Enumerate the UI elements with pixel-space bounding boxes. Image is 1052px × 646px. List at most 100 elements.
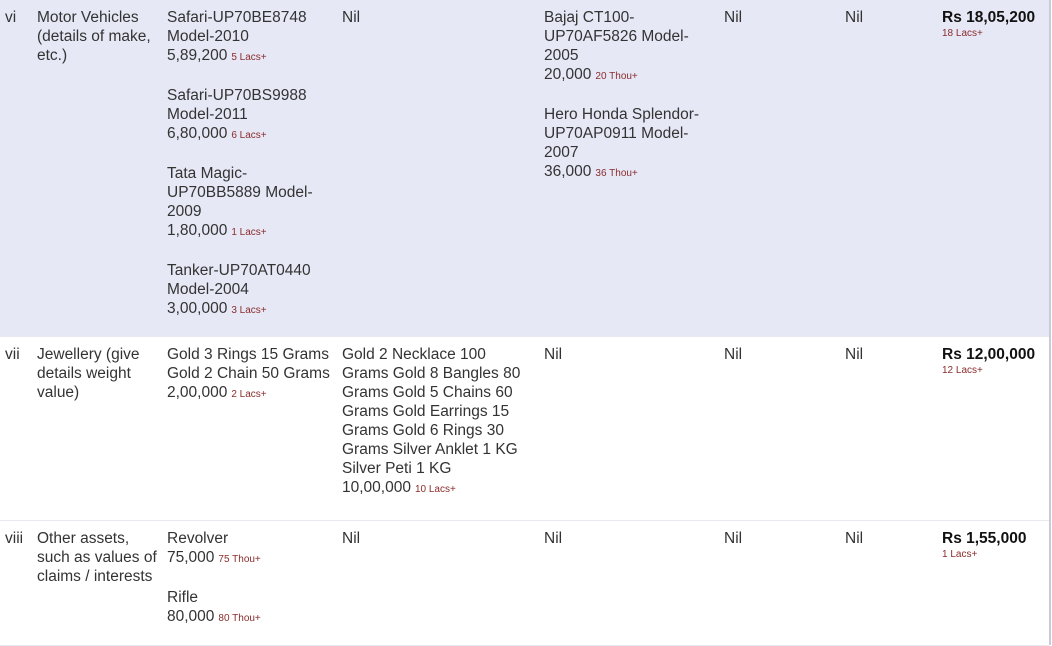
- asset-value-line: 6,80,000 6 Lacs+: [167, 124, 335, 145]
- asset-value-line: 2,00,000 2 Lacs+: [167, 383, 335, 404]
- asset-item: Tata Magic-UP70BB5889 Model-2009 1,80,000…: [167, 164, 335, 242]
- row-number: vi: [5, 9, 17, 26]
- asset-cell: Nil: [544, 345, 714, 364]
- total-approx: 12 Lacs+: [942, 365, 983, 376]
- asset-value-line: 36,000 36 Thou+: [544, 162, 714, 183]
- asset-value-line: 10,00,000 10 Lacs+: [342, 478, 524, 499]
- asset-value-approx: 10 Lacs+: [414, 484, 456, 495]
- table-row: vi Motor Vehicles (details of make, etc.)…: [0, 0, 1049, 337]
- asset-cell: Safari-UP70BE8748 Model-2010 5,89,200 5 La…: [167, 8, 335, 320]
- asset-description: Nil: [342, 9, 361, 26]
- asset-description: Nil: [724, 530, 743, 547]
- total-cell: Rs 1,55,000 1 Lacs+: [942, 529, 1047, 561]
- total-cell: Rs 12,00,000 12 Lacs+: [942, 345, 1047, 377]
- total-cell: Rs 18,05,200 18 Lacs+: [942, 8, 1047, 40]
- asset-value-approx: 5 Lacs+: [231, 52, 267, 63]
- asset-cell: Gold 2 Necklace 100 Grams Gold 8 Bangles…: [342, 345, 524, 499]
- asset-value: 5,89,200: [167, 47, 228, 64]
- asset-item: Nil: [544, 529, 714, 548]
- asset-value: 36,000: [544, 163, 592, 180]
- asset-item: Hero Honda Splendor-UP70AP0911 Model-200…: [544, 105, 714, 183]
- asset-description: Safari-UP70BE8748 Model-2010: [167, 9, 307, 45]
- asset-description: Nil: [724, 9, 743, 26]
- asset-value-approx: 80 Thou+: [218, 613, 261, 624]
- asset-description: Rifle: [167, 589, 199, 606]
- total-value: Rs 12,00,000: [942, 346, 1036, 363]
- asset-value-line: 1,80,000 1 Lacs+: [167, 221, 335, 242]
- asset-description: Bajaj CT100-UP70AF5826 Model-2005: [544, 9, 689, 64]
- asset-item: Nil: [724, 345, 834, 364]
- total-approx: 18 Lacs+: [942, 28, 983, 39]
- asset-value-approx: 2 Lacs+: [231, 389, 267, 400]
- asset-item: Nil: [342, 529, 524, 548]
- asset-value-line: 3,00,000 3 Lacs+: [167, 299, 335, 320]
- asset-description: Nil: [544, 346, 563, 363]
- asset-description: Gold 2 Necklace 100 Grams Gold 8 Bangles…: [342, 346, 521, 477]
- asset-item: Nil: [845, 345, 935, 364]
- row-number: vii: [5, 346, 20, 363]
- asset-cell: Nil: [342, 529, 524, 548]
- asset-item: Rifle 80,000 80 Thou+: [167, 588, 335, 628]
- asset-value-approx: 75 Thou+: [218, 554, 261, 565]
- asset-description: Nil: [845, 530, 864, 547]
- asset-value-approx: 20 Thou+: [595, 71, 638, 82]
- asset-item: Safari-UP70BS9988 Model-2011 6,80,000 6 La…: [167, 86, 335, 145]
- asset-cell: Nil: [724, 529, 834, 548]
- asset-item: Nil: [845, 529, 935, 548]
- asset-description: Safari-UP70BS9988 Model-2011: [167, 87, 307, 123]
- asset-type-label: Motor Vehicles (details of make, etc.): [37, 9, 151, 64]
- asset-cell: Nil: [845, 345, 935, 364]
- asset-cell: Bajaj CT100-UP70AF5826 Model-2005 20,000 2…: [544, 8, 714, 183]
- asset-item: Revolver 75,000 75 Thou+: [167, 529, 335, 569]
- asset-cell: Revolver 75,000 75 Thou+ Rifle 80,000 80 Thou…: [167, 529, 335, 628]
- asset-item: Gold 2 Necklace 100 Grams Gold 8 Bangles…: [342, 345, 524, 499]
- asset-type-label: Other assets, such as values of claims /…: [37, 530, 157, 585]
- asset-description: Tanker-UP70AT0440 Model-2004: [167, 262, 311, 298]
- right-border: [1049, 0, 1051, 645]
- asset-value-line: 80,000 80 Thou+: [167, 607, 335, 628]
- asset-value: 6,80,000: [167, 125, 228, 142]
- table-row: viii Other assets, such as values of clai…: [0, 521, 1049, 646]
- asset-cell: Nil: [845, 8, 935, 27]
- asset-item: Nil: [845, 8, 935, 27]
- total-value: Rs 1,55,000: [942, 530, 1027, 547]
- asset-description: Nil: [845, 9, 864, 26]
- asset-cell: Nil: [724, 345, 834, 364]
- asset-item: Nil: [342, 8, 524, 27]
- asset-description: Revolver: [167, 530, 229, 547]
- total-approx: 1 Lacs+: [942, 549, 978, 560]
- asset-value-approx: 36 Thou+: [595, 168, 638, 179]
- asset-value: 80,000: [167, 608, 215, 625]
- asset-value-approx: 1 Lacs+: [231, 227, 267, 238]
- asset-item: Gold 3 Rings 15 Grams Gold 2 Chain 50 Gr…: [167, 345, 335, 404]
- asset-cell: Nil: [724, 8, 834, 27]
- asset-item: Bajaj CT100-UP70AF5826 Model-2005 20,000 2…: [544, 8, 714, 86]
- asset-value: 10,00,000: [342, 479, 411, 496]
- asset-description: Nil: [845, 346, 864, 363]
- asset-description: Hero Honda Splendor-UP70AP0911 Model-200…: [544, 106, 700, 161]
- asset-value-line: 5,89,200 5 Lacs+: [167, 46, 335, 67]
- asset-cell: Gold 3 Rings 15 Grams Gold 2 Chain 50 Gr…: [167, 345, 335, 404]
- asset-cell: Nil: [544, 529, 714, 548]
- total-value: Rs 18,05,200: [942, 9, 1036, 26]
- asset-description: Nil: [544, 530, 563, 547]
- asset-value-approx: 3 Lacs+: [231, 305, 267, 316]
- asset-value: 3,00,000: [167, 300, 228, 317]
- asset-type-label: Jewellery (give details weight value): [37, 346, 140, 401]
- asset-cell: Nil: [845, 529, 935, 548]
- asset-value: 2,00,000: [167, 384, 228, 401]
- asset-item: Nil: [724, 529, 834, 548]
- asset-value: 75,000: [167, 549, 215, 566]
- asset-description: Tata Magic-UP70BB5889 Model-2009: [167, 165, 313, 220]
- row-number: viii: [5, 530, 24, 547]
- asset-item: Nil: [724, 8, 834, 27]
- asset-description: Gold 3 Rings 15 Grams Gold 2 Chain 50 Gr…: [167, 346, 330, 382]
- asset-item: Nil: [544, 345, 714, 364]
- asset-value: 1,80,000: [167, 222, 228, 239]
- asset-value-approx: 6 Lacs+: [231, 130, 267, 141]
- asset-description: Nil: [724, 346, 743, 363]
- asset-value-line: 20,000 20 Thou+: [544, 65, 714, 86]
- asset-value-line: 75,000 75 Thou+: [167, 548, 335, 569]
- asset-value: 20,000: [544, 66, 592, 83]
- asset-description: Nil: [342, 530, 361, 547]
